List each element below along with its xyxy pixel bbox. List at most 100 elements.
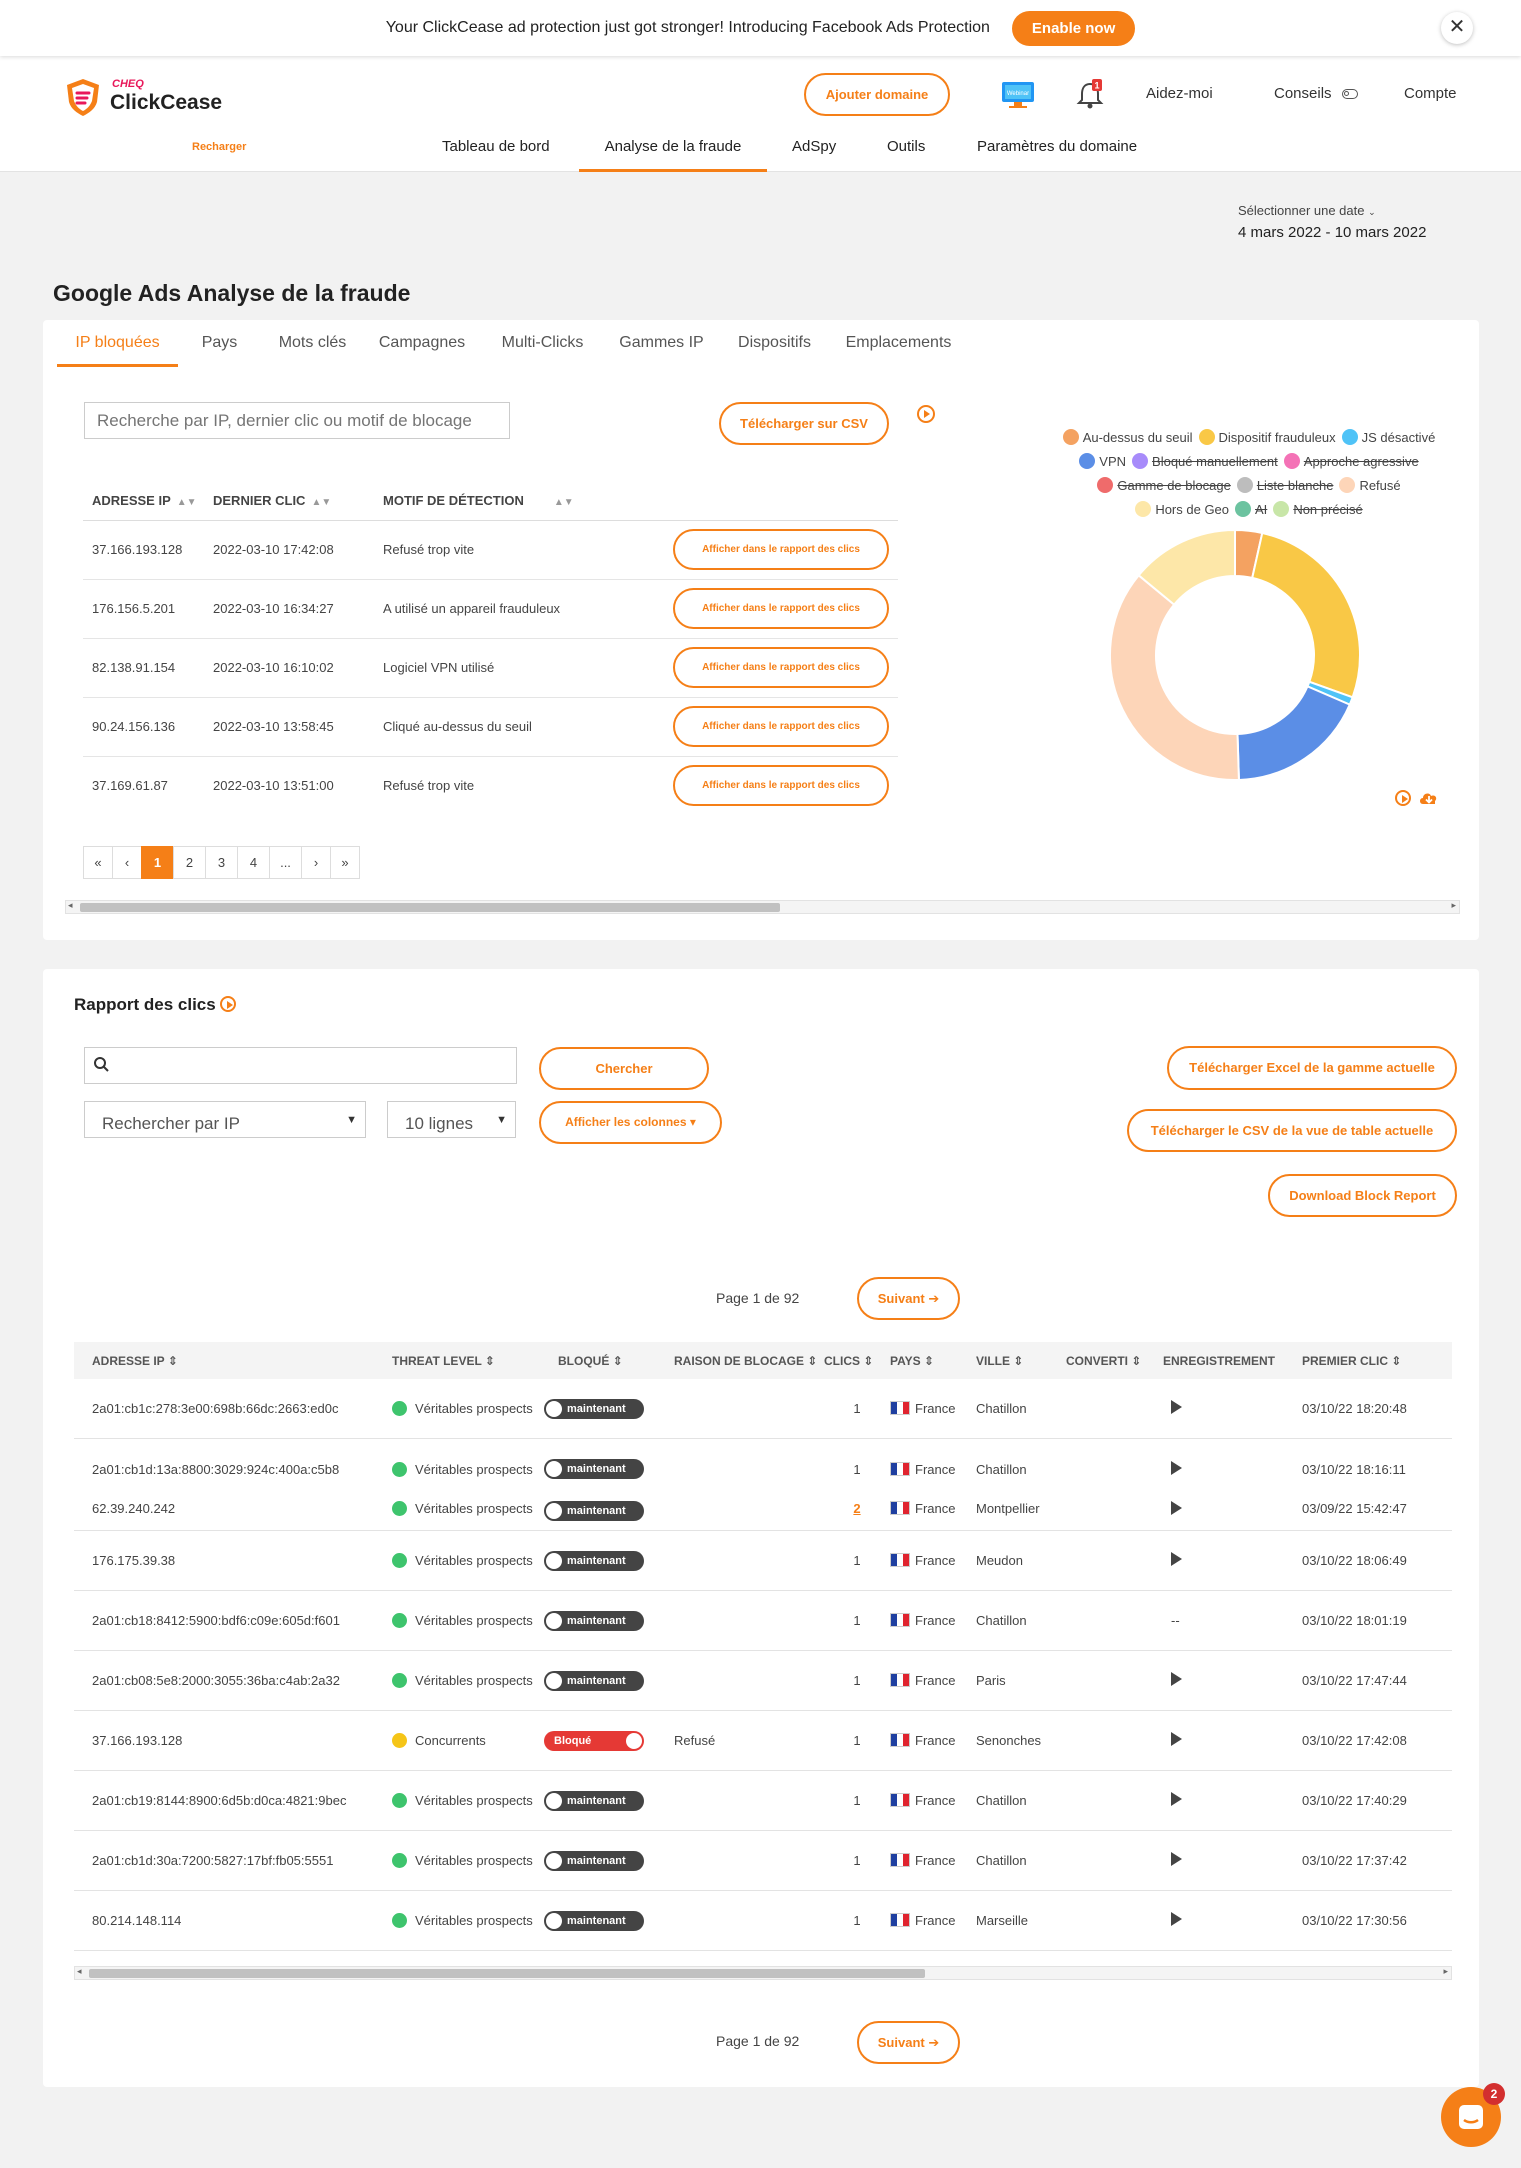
tab-blocked-ips[interactable]: IP bloquées bbox=[57, 320, 178, 367]
next-page-button-bottom[interactable]: Suivant ➔ bbox=[857, 2021, 960, 2064]
legend-item[interactable]: Non précisé bbox=[1273, 498, 1363, 522]
block-toggle[interactable]: maintenant bbox=[544, 1790, 644, 1811]
donut-slice[interactable] bbox=[1109, 573, 1240, 781]
date-picker[interactable]: Sélectionner une date ⌄ bbox=[1238, 203, 1376, 218]
play-recording-icon[interactable] bbox=[1171, 1912, 1182, 1926]
donut-slice[interactable] bbox=[1236, 685, 1352, 781]
page-next-button[interactable]: › bbox=[301, 846, 331, 879]
scroll-left-icon[interactable]: ◂ bbox=[68, 900, 73, 911]
nav-fraud-analysis[interactable]: Analyse de la fraude bbox=[579, 138, 767, 172]
nav-adspy[interactable]: AdSpy bbox=[792, 138, 836, 172]
block-toggle[interactable]: Bloqué bbox=[544, 1730, 644, 1751]
horizontal-scrollbar[interactable]: ◂ ▸ bbox=[65, 900, 1460, 914]
play-recording-icon[interactable] bbox=[1171, 1460, 1182, 1475]
legend-item[interactable]: Liste blanche bbox=[1236, 474, 1333, 498]
search-button[interactable]: Chercher bbox=[539, 1047, 709, 1090]
page-4-button[interactable]: 4 bbox=[237, 846, 270, 879]
col-header-country[interactable]: PAYS ⇕ bbox=[890, 1354, 976, 1368]
notification-bell-icon[interactable]: 1 bbox=[1075, 78, 1105, 113]
nav-dashboard[interactable]: Tableau de bord bbox=[442, 138, 550, 172]
enable-now-button[interactable]: Enable now bbox=[1011, 10, 1136, 46]
play-tutorial-icon[interactable] bbox=[917, 405, 935, 423]
clicks-link[interactable]: 2 bbox=[853, 1501, 860, 1516]
tips-link[interactable]: Conseils bbox=[1274, 85, 1358, 102]
legend-item[interactable]: AI bbox=[1235, 498, 1267, 522]
page-2-button[interactable]: 2 bbox=[173, 846, 206, 879]
next-page-button[interactable]: Suivant ➔ bbox=[857, 1277, 960, 1320]
add-domain-button[interactable]: Ajouter domaine bbox=[804, 73, 950, 116]
col-header-ip[interactable]: ADRESSE IP ▲▼ bbox=[83, 482, 204, 521]
download-csv-button[interactable]: Télécharger sur CSV bbox=[719, 402, 889, 445]
horizontal-scrollbar[interactable]: ◂ ▸ bbox=[74, 1966, 1452, 1980]
date-range[interactable]: 4 mars 2022 - 10 mars 2022 bbox=[1238, 224, 1426, 241]
tab-placements[interactable]: Emplacements bbox=[831, 320, 966, 367]
page-1-button[interactable]: 1 bbox=[141, 846, 174, 879]
tab-devices[interactable]: Dispositifs bbox=[718, 320, 831, 367]
col-header-first-click[interactable]: PREMIER CLIC ⇕ bbox=[1302, 1354, 1452, 1368]
webinar-icon[interactable]: Webinar bbox=[1000, 80, 1036, 113]
chat-launcher[interactable]: 2 bbox=[1441, 2083, 1505, 2147]
block-toggle[interactable]: maintenant bbox=[544, 1550, 644, 1571]
blocked-ip-search-input[interactable] bbox=[84, 402, 510, 439]
block-toggle[interactable]: maintenant bbox=[544, 1398, 644, 1419]
col-header-city[interactable]: VILLE ⇕ bbox=[976, 1354, 1066, 1368]
account-link[interactable]: Compte bbox=[1404, 85, 1457, 102]
chart-play-icon[interactable] bbox=[1395, 790, 1411, 807]
cloud-download-icon[interactable] bbox=[1418, 790, 1440, 806]
scroll-right-icon[interactable]: ▸ bbox=[1451, 900, 1456, 911]
legend-item[interactable]: Approche agressive bbox=[1283, 450, 1419, 474]
legend-item[interactable]: Refusé bbox=[1339, 474, 1401, 498]
block-toggle[interactable]: maintenant bbox=[544, 1910, 644, 1931]
download-block-report-button[interactable]: Download Block Report bbox=[1268, 1174, 1457, 1217]
download-csv-view-button[interactable]: Télécharger le CSV de la vue de table ac… bbox=[1127, 1109, 1457, 1152]
play-recording-icon[interactable] bbox=[1171, 1552, 1182, 1566]
col-header-ip[interactable]: ADRESSE IP ⇕ bbox=[74, 1354, 374, 1368]
logo[interactable]: CHEQ ClickCease bbox=[62, 76, 222, 120]
scrollbar-thumb[interactable] bbox=[80, 903, 780, 912]
page-3-button[interactable]: 3 bbox=[205, 846, 238, 879]
block-toggle[interactable]: maintenant bbox=[544, 1501, 644, 1521]
close-icon[interactable]: ✕ bbox=[1441, 12, 1473, 44]
col-header-reason[interactable]: MOTIF DE DÉTECTION ▲▼ bbox=[374, 482, 664, 521]
legend-item[interactable]: VPN bbox=[1079, 450, 1126, 474]
search-by-select[interactable]: Rechercher par IP ▼ bbox=[84, 1101, 366, 1138]
play-recording-icon[interactable] bbox=[1171, 1501, 1182, 1515]
click-search-input[interactable] bbox=[84, 1047, 517, 1084]
tab-multi-clicks[interactable]: Multi-Clicks bbox=[480, 320, 605, 367]
col-header-clicks[interactable]: CLICS ⇕ bbox=[824, 1354, 890, 1368]
play-recording-icon[interactable] bbox=[1171, 1672, 1182, 1686]
col-header-block-reason[interactable]: RAISON DE BLOCAGE ⇕ bbox=[656, 1354, 824, 1368]
block-toggle[interactable]: maintenant bbox=[544, 1850, 644, 1871]
show-in-report-button[interactable]: Afficher dans le rapport des clics bbox=[673, 647, 889, 688]
col-header-last-click[interactable]: DERNIER CLIC ▲▼ bbox=[204, 482, 374, 521]
legend-item[interactable]: JS désactivé bbox=[1341, 426, 1435, 450]
help-link[interactable]: Aidez-moi bbox=[1146, 85, 1213, 102]
legend-item[interactable]: Gamme de blocage bbox=[1097, 474, 1231, 498]
nav-domain-settings[interactable]: Paramètres du domaine bbox=[977, 138, 1137, 172]
donut-slice[interactable] bbox=[1251, 531, 1361, 699]
col-header-threat[interactable]: THREAT LEVEL ⇕ bbox=[374, 1354, 540, 1368]
legend-item[interactable]: Dispositif frauduleux bbox=[1198, 426, 1336, 450]
legend-item[interactable]: Bloqué manuellement bbox=[1132, 450, 1278, 474]
nav-tools[interactable]: Outils bbox=[887, 138, 925, 172]
play-recording-icon[interactable] bbox=[1171, 1792, 1182, 1806]
page-prev-button[interactable]: ‹ bbox=[112, 846, 142, 879]
tab-campaigns[interactable]: Campagnes bbox=[364, 320, 480, 367]
legend-item[interactable]: Au-dessus du seuil bbox=[1062, 426, 1193, 450]
show-in-report-button[interactable]: Afficher dans le rapport des clics bbox=[673, 588, 889, 629]
scroll-right-icon[interactable]: ▸ bbox=[1443, 1966, 1448, 1977]
scroll-left-icon[interactable]: ◂ bbox=[77, 1966, 82, 1977]
play-tutorial-icon[interactable] bbox=[220, 996, 237, 1012]
block-toggle[interactable]: maintenant bbox=[544, 1459, 644, 1479]
legend-item[interactable]: Hors de Geo bbox=[1135, 498, 1229, 522]
play-recording-icon[interactable] bbox=[1171, 1852, 1182, 1866]
play-recording-icon[interactable] bbox=[1171, 1732, 1182, 1746]
show-in-report-button[interactable]: Afficher dans le rapport des clics bbox=[673, 529, 889, 570]
tab-countries[interactable]: Pays bbox=[178, 320, 261, 367]
col-header-blocked[interactable]: BLOQUÉ ⇕ bbox=[540, 1354, 656, 1368]
show-in-report-button[interactable]: Afficher dans le rapport des clics bbox=[673, 706, 889, 747]
col-header-converted[interactable]: CONVERTI ⇕ bbox=[1066, 1354, 1163, 1368]
rows-per-page-select[interactable]: 10 lignes ▼ bbox=[387, 1101, 516, 1138]
tab-ip-ranges[interactable]: Gammes IP bbox=[605, 320, 718, 367]
page-first-button[interactable]: « bbox=[83, 846, 113, 879]
